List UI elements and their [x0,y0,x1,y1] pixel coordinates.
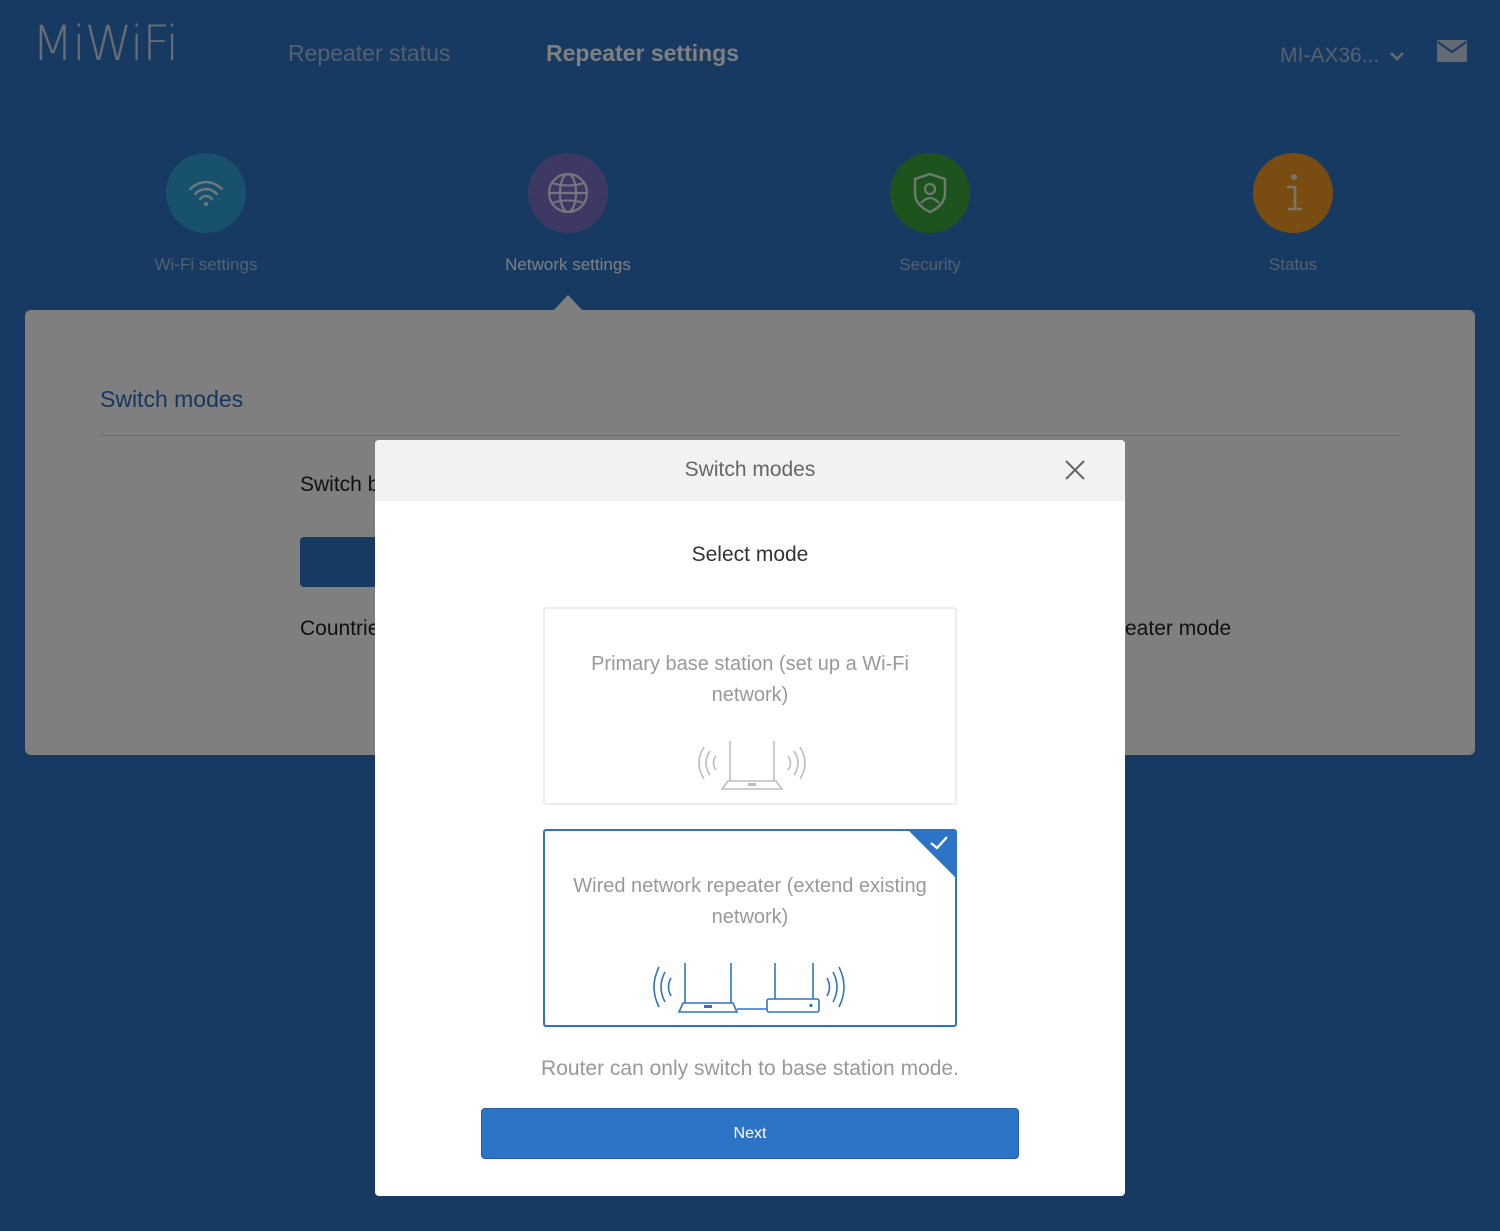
router-icon [698,741,806,790]
mode-note: Router can only switch to base station m… [541,1057,959,1080]
option-label: Primary base station (set up a Wi-Fi net… [591,653,909,706]
modal-title: Switch modes [684,458,816,481]
mode-option-wired-repeater[interactable]: Wired network repeater (extend existing … [543,829,957,1027]
modal-header: Switch modes [375,440,1125,501]
option-label: Wired network repeater (extend existing … [573,875,927,928]
next-button[interactable]: Next [481,1108,1019,1159]
close-icon[interactable] [1063,458,1087,482]
repeater-routers-icon [653,963,845,1013]
check-icon [930,836,948,850]
switch-modes-dialog: Switch modes Select mode Primary base st… [375,440,1125,1196]
select-mode-heading: Select mode [691,543,809,566]
mode-option-primary-base-station[interactable]: Primary base station (set up a Wi-Fi net… [543,607,957,805]
